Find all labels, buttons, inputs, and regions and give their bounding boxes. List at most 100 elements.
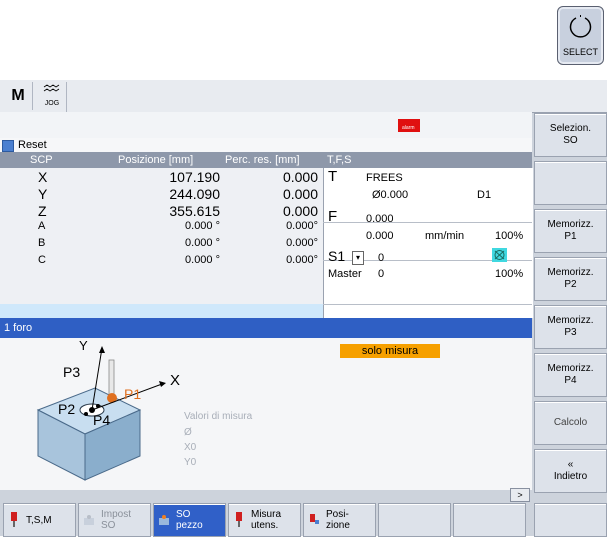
- mode-bar: [0, 80, 607, 113]
- softkey-store-p2-label: Memorizz. P2: [547, 267, 594, 290]
- measure-mode-badge: solo misura: [340, 344, 440, 358]
- axis-position: 0.000 °: [185, 254, 220, 266]
- table-selection-row[interactable]: [0, 304, 323, 318]
- feed-value: 0.000: [366, 213, 394, 225]
- measure-value-x0: X0: [184, 442, 197, 453]
- select-key-label: SELECT: [562, 47, 598, 57]
- alarm-line: [0, 112, 532, 139]
- point-p1-label: P1: [124, 386, 142, 402]
- col-remaining: Perc. res. [mm]: [225, 154, 300, 166]
- softkey-empty-7[interactable]: [453, 503, 526, 537]
- power-cycle-icon: [569, 15, 592, 38]
- machine-mode-icon[interactable]: M: [4, 82, 33, 110]
- softkey-store-p2[interactable]: Memorizz. P2: [534, 257, 607, 301]
- softkey-so-pezzo-label: SO pezzo: [176, 509, 203, 531]
- tool-icon: [11, 512, 17, 527]
- axis-remaining: 0.000: [282, 169, 318, 185]
- tool-edge: D1: [477, 189, 492, 201]
- softkey-empty-6[interactable]: [378, 503, 451, 537]
- feed-unit: mm/min: [425, 230, 465, 242]
- position-row: C 0.000 ° 0.000°: [0, 254, 323, 271]
- softkey-indietro-label: « Indietro: [553, 459, 588, 482]
- axis-x-label: X: [170, 372, 181, 389]
- tfs-header: T,F,S: [323, 152, 532, 168]
- position-row: Y 244.090 0.000: [0, 186, 323, 203]
- master-label: Master: [328, 268, 362, 280]
- softkey-impost-so-label: Impost SO: [101, 509, 132, 531]
- measure-value-diameter: Ø: [184, 427, 192, 438]
- position-row: Z 355.615 0.000: [0, 203, 323, 220]
- tool-measure-icon: [236, 512, 242, 527]
- position-row: A 0.000 ° 0.000°: [0, 220, 323, 237]
- softkey-select-so-label: Selezion. SO: [549, 123, 592, 146]
- channel-status-icon: [2, 140, 14, 152]
- softkey-impost-so[interactable]: Impost SO: [78, 503, 151, 537]
- axis-position: 355.615: [169, 203, 220, 219]
- softkey-calcolo[interactable]: Calcolo: [534, 401, 607, 445]
- softkey-calcolo-label: Calcolo: [553, 417, 588, 428]
- spindle-select-dropdown[interactable]: ▾: [352, 251, 364, 265]
- axis-remaining: 0.000: [282, 186, 318, 202]
- measure-value-y0: Y0: [184, 457, 197, 468]
- position-row: X 107.190 0.000: [0, 169, 323, 186]
- select-key[interactable]: SELECT: [557, 6, 604, 65]
- softkey-posizione[interactable]: Posi- zione: [303, 503, 376, 537]
- softkey-select-so[interactable]: Selezion. SO: [534, 113, 607, 157]
- feed-override: 100%: [495, 230, 524, 242]
- jog-mode-icon[interactable]: JOG: [38, 82, 67, 112]
- jog-wave-icon: [43, 84, 60, 92]
- softkey-misura-utens-label: Misura utens.: [251, 509, 282, 531]
- axis-position: 0.000 °: [185, 220, 220, 232]
- feed-rate: 0.000: [366, 230, 394, 242]
- softkey-blank[interactable]: [534, 161, 607, 205]
- spindle-value: 0: [378, 252, 385, 264]
- axis-position: 0.000 °: [185, 237, 220, 249]
- measure-title: 1 foro: [4, 322, 33, 334]
- axis-y-label: Y: [79, 338, 88, 353]
- channel-status-row: [0, 138, 532, 153]
- spindle-override: 100%: [495, 268, 524, 280]
- softkey-empty-8[interactable]: [534, 503, 607, 537]
- tool-diameter: Ø0.000: [372, 189, 409, 201]
- softkey-store-p1-label: Memorizz. P1: [547, 219, 594, 242]
- tool-name: FREES: [366, 172, 403, 184]
- softkey-tsm[interactable]: T,S,M: [3, 503, 76, 537]
- axis-name: B: [38, 237, 46, 249]
- workpiece-zero-icon: [84, 515, 94, 525]
- axis-position: 107.190: [169, 169, 220, 185]
- axis-position: 244.090: [169, 186, 220, 202]
- axis-remaining: 0.000°: [286, 254, 318, 266]
- axis-remaining: 0.000°: [286, 220, 318, 232]
- reset-label: Reset: [18, 139, 47, 151]
- axis-name: Z: [38, 203, 47, 219]
- softkey-store-p1[interactable]: Memorizz. P1: [534, 209, 607, 253]
- axis-remaining: 0.000: [282, 203, 318, 219]
- softkey-indietro[interactable]: « Indietro: [534, 449, 607, 493]
- axis-name: X: [38, 169, 48, 185]
- axis-name: Y: [38, 186, 48, 202]
- point-p3-label: P3: [63, 364, 81, 380]
- position-row: B 0.000 ° 0.000°: [0, 237, 323, 254]
- measure-title-bar: 1 foro: [0, 318, 532, 338]
- tool-label: T: [328, 168, 338, 185]
- position-icon: [310, 514, 319, 524]
- softkey-so-pezzo[interactable]: SO pezzo: [153, 503, 226, 537]
- softkey-store-p4[interactable]: Memorizz. P4: [534, 353, 607, 397]
- workpiece-zero-icon: [159, 515, 169, 525]
- col-position: Posizione [mm]: [118, 154, 194, 166]
- softkey-misura-utens[interactable]: Misura utens.: [228, 503, 301, 537]
- point-p4-label: P4: [93, 412, 111, 428]
- tfs-divider: [323, 304, 532, 305]
- col-scp: SCP: [30, 154, 53, 166]
- scroll-right-button[interactable]: >: [510, 488, 530, 502]
- position-table-header: SCP Posizione [mm] Perc. res. [mm]: [0, 152, 323, 168]
- axis-name: C: [38, 254, 46, 266]
- softkey-tsm-label: T,S,M: [26, 515, 52, 526]
- feed-label: F: [328, 208, 338, 225]
- softkey-store-p4-label: Memorizz. P4: [547, 363, 594, 386]
- spindle-label: S1: [328, 248, 346, 264]
- alarm-text: alarm: [402, 125, 415, 131]
- master-value: 0: [378, 268, 385, 280]
- softkey-store-p3[interactable]: Memorizz. P3: [534, 305, 607, 349]
- spindle-status-icon: [492, 248, 507, 262]
